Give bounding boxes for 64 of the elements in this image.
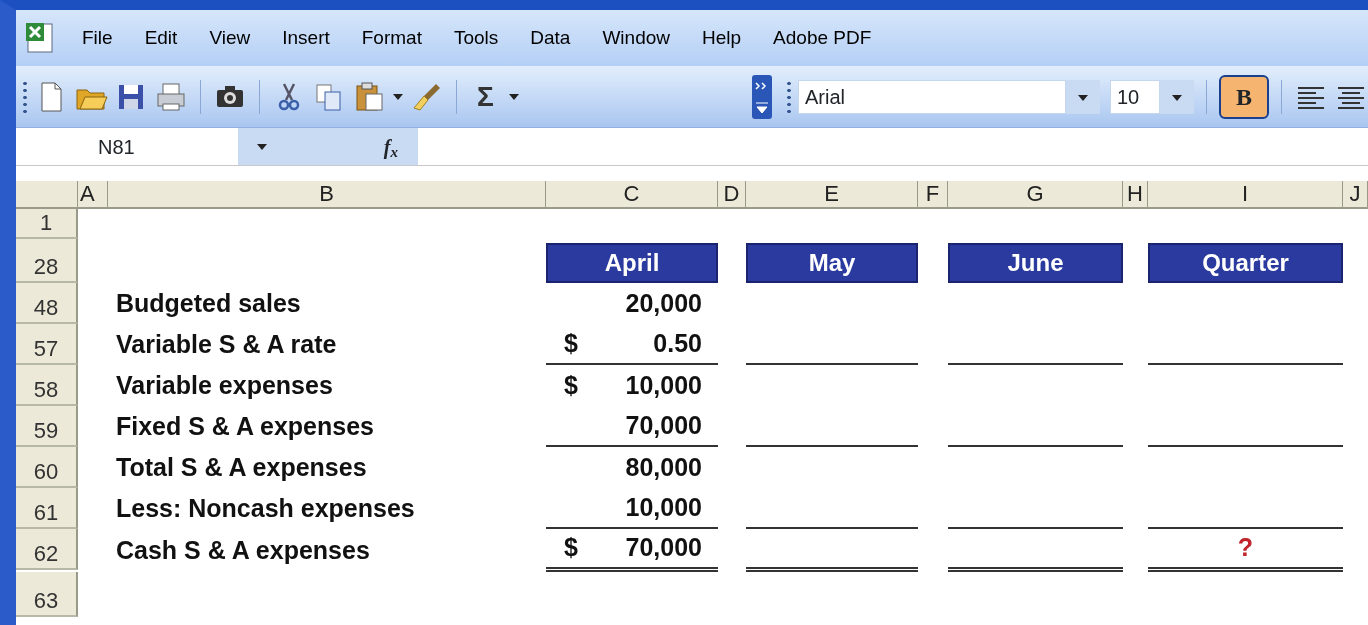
column-header[interactable]: H — [1123, 181, 1148, 209]
period-header: April — [546, 243, 718, 283]
font-size-field[interactable]: 10 — [1110, 79, 1160, 114]
autosum-button[interactable]: Σ — [477, 82, 494, 111]
column-header[interactable]: J — [1343, 181, 1368, 209]
dropdown-caret-icon[interactable] — [1066, 79, 1100, 114]
amount: 70,000 — [625, 532, 702, 563]
row-header[interactable]: 61 — [16, 488, 78, 529]
column-header[interactable]: I — [1148, 181, 1343, 209]
column-header[interactable]: D — [718, 181, 746, 209]
row-label: Variable S & A rate — [115, 328, 338, 360]
column-header[interactable]: E — [746, 181, 918, 209]
amount: 10,000 — [625, 369, 702, 401]
font-name-field[interactable]: Arial — [798, 79, 1066, 114]
column-header[interactable]: A — [78, 181, 108, 209]
menu-item[interactable]: View — [193, 23, 267, 53]
row-label: Cash S & A expenses — [115, 534, 371, 566]
dropdown-caret-icon[interactable] — [392, 92, 404, 101]
period-header: June — [948, 243, 1123, 283]
amount: 70,000 — [625, 409, 702, 441]
menu-item[interactable]: File — [66, 23, 129, 53]
row-label: Less: Noncash expenses — [115, 492, 416, 524]
row-label: Variable expenses — [115, 369, 334, 401]
menu-item[interactable]: Help — [686, 23, 758, 53]
column-header[interactable]: G — [948, 181, 1123, 209]
menu-item[interactable]: Edit — [128, 23, 194, 53]
insert-function-button[interactable]: f$_{x}$ — [383, 131, 398, 162]
name-box[interactable]: N81 — [16, 128, 238, 165]
row-header[interactable]: 48 — [16, 283, 78, 324]
row-label: Total S & A expenses — [115, 451, 368, 483]
menu-item[interactable]: Insert — [266, 23, 346, 53]
dropdown-caret-icon[interactable] — [256, 142, 268, 151]
menu-item[interactable]: Window — [586, 23, 686, 53]
amount: 20,000 — [625, 287, 702, 319]
row-label: Fixed S & A expenses — [115, 410, 375, 442]
amount: 80,000 — [625, 451, 702, 483]
menu-item[interactable]: Data — [514, 23, 587, 53]
row-header[interactable]: 63 — [16, 571, 78, 617]
row-header[interactable]: 57 — [16, 324, 78, 365]
row-header[interactable]: 28 — [16, 239, 78, 283]
currency-symbol: $ — [564, 327, 578, 359]
row-header[interactable]: 1 — [16, 209, 78, 239]
bold-button[interactable]: B — [1219, 74, 1269, 119]
menu-item[interactable]: Tools — [437, 23, 515, 53]
toolbar-options-icon[interactable] — [752, 74, 772, 119]
dropdown-caret-icon[interactable] — [1160, 79, 1194, 114]
menu-item[interactable]: Format — [345, 23, 438, 53]
dropdown-caret-icon[interactable] — [507, 92, 520, 101]
row-header[interactable]: 59 — [16, 406, 78, 447]
row-header[interactable]: 60 — [16, 447, 78, 488]
currency-symbol: $ — [564, 369, 578, 401]
period-header: Quarter — [1148, 243, 1343, 283]
currency-symbol: $ — [564, 532, 578, 563]
amount: 0.50 — [653, 327, 702, 359]
row-header[interactable]: 62 — [16, 529, 78, 570]
row-header[interactable]: 58 — [16, 365, 78, 406]
column-header[interactable]: B — [108, 181, 546, 209]
period-header: May — [746, 243, 918, 283]
row-label: Budgeted sales — [115, 287, 302, 319]
amount: 10,000 — [625, 491, 702, 523]
question-mark: ? — [1148, 529, 1343, 572]
column-header[interactable]: C — [546, 181, 718, 209]
menu-item[interactable]: Adobe PDF — [757, 23, 888, 53]
column-header[interactable]: F — [918, 181, 948, 209]
